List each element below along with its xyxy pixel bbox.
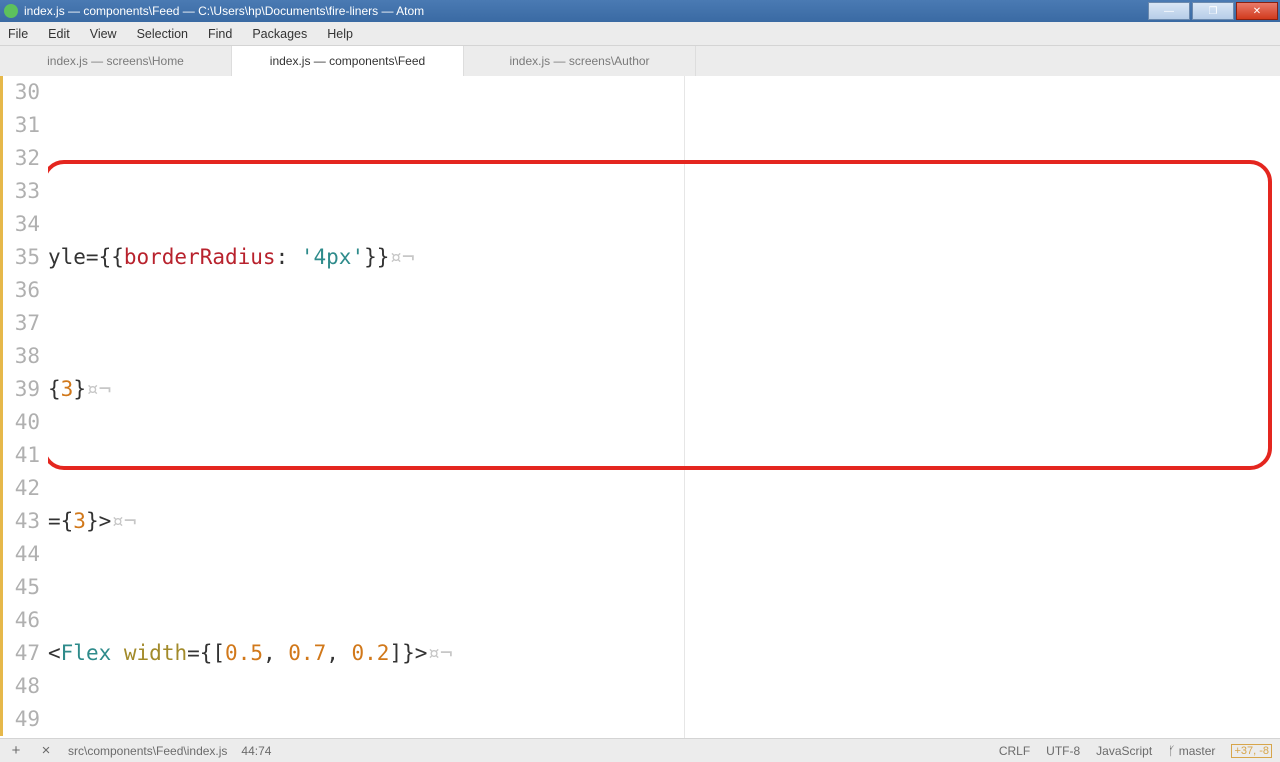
line-ending[interactable]: CRLF <box>999 744 1030 758</box>
file-path[interactable]: src\components\Feed\index.js <box>68 744 227 758</box>
window-controls: — ❐ ✕ <box>1148 2 1280 20</box>
code-area[interactable]: yle={{borderRadius: '4px'}}¤¬ {3}¤¬ ={3}… <box>48 76 1280 738</box>
branch-icon: ᚶ <box>1168 744 1175 758</box>
window-titlebar: index.js — components\Feed — C:\Users\hp… <box>0 0 1280 22</box>
tab-label: index.js — components\Feed <box>270 54 425 68</box>
window-title: index.js — components\Feed — C:\Users\hp… <box>24 4 424 18</box>
language[interactable]: JavaScript <box>1096 744 1152 758</box>
menu-file[interactable]: File <box>8 27 28 41</box>
code-line[interactable]: <Flex width={[0.5, 0.7, 0.2]}>¤¬ <box>48 637 1280 670</box>
status-bar: + × src\components\Feed\index.js 44:74 C… <box>0 738 1280 762</box>
gutter: 3031323334353637383940414243444546474849 <box>0 76 48 738</box>
editor-pane[interactable]: 3031323334353637383940414243444546474849… <box>0 76 1280 738</box>
tab-screens-author[interactable]: index.js — screens\Author <box>464 46 696 76</box>
code-line[interactable]: yle={{borderRadius: '4px'}}¤¬ <box>48 241 1280 274</box>
code-line[interactable]: ={3}>¤¬ <box>48 505 1280 538</box>
git-diff-stats[interactable]: +37, -8 <box>1231 744 1272 758</box>
code-line[interactable]: {3}¤¬ <box>48 373 1280 406</box>
menu-bar: File Edit View Selection Find Packages H… <box>0 22 1280 46</box>
tab-bar: index.js — screens\Home index.js — compo… <box>0 46 1280 76</box>
window-minimize-button[interactable]: — <box>1148 2 1190 20</box>
encoding[interactable]: UTF-8 <box>1046 744 1080 758</box>
close-pane-button[interactable]: × <box>38 742 54 759</box>
tab-screens-home[interactable]: index.js — screens\Home <box>0 46 232 76</box>
menu-help[interactable]: Help <box>327 27 353 41</box>
tab-label: index.js — screens\Home <box>47 54 184 68</box>
atom-icon <box>4 4 18 18</box>
menu-view[interactable]: View <box>90 27 117 41</box>
menu-edit[interactable]: Edit <box>48 27 70 41</box>
cursor-position[interactable]: 44:74 <box>241 744 271 758</box>
annotation-box <box>48 160 1272 470</box>
menu-packages[interactable]: Packages <box>252 27 307 41</box>
window-close-button[interactable]: ✕ <box>1236 2 1278 20</box>
menu-find[interactable]: Find <box>208 27 232 41</box>
git-branch[interactable]: ᚶ master <box>1168 744 1215 758</box>
window-maximize-button[interactable]: ❐ <box>1192 2 1234 20</box>
new-pane-button[interactable]: + <box>8 742 24 759</box>
tab-label: index.js — screens\Author <box>509 54 649 68</box>
menu-selection[interactable]: Selection <box>137 27 188 41</box>
tab-components-feed[interactable]: index.js — components\Feed <box>232 46 464 76</box>
